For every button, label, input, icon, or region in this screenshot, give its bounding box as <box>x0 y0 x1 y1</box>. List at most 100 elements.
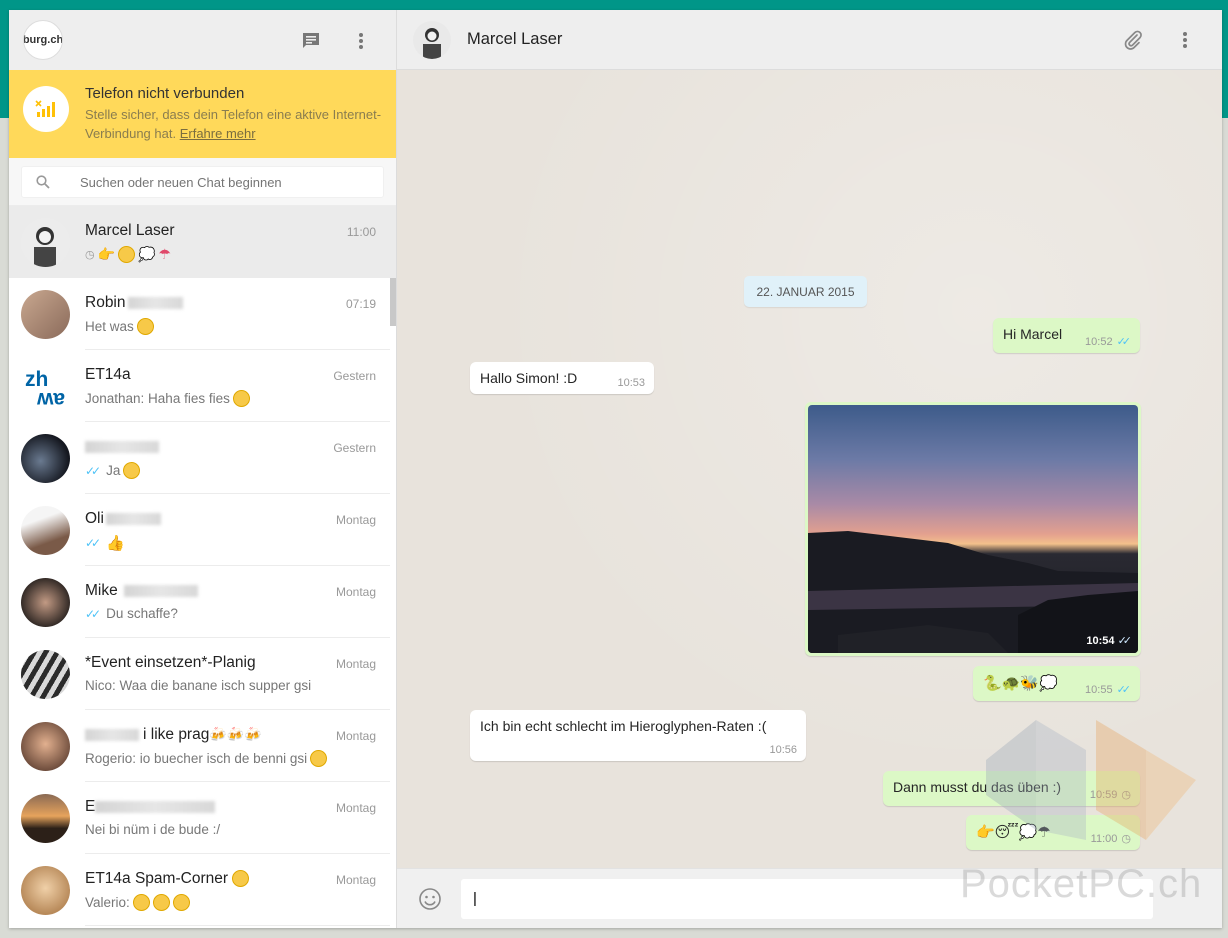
sleeping-face-emoji <box>118 246 136 263</box>
message-time: 10:54 <box>1086 635 1115 647</box>
joy-emoji <box>172 894 190 911</box>
profile-label: burg.ch <box>23 34 63 46</box>
attach-icon[interactable] <box>1120 27 1146 53</box>
avatar <box>21 721 70 771</box>
chat-last-message: Valerio: <box>85 895 130 910</box>
chat-item-mike[interactable]: Mike Montag ✓✓ Du schaffe? <box>9 566 396 638</box>
avatar <box>21 433 70 483</box>
smile-emoji <box>123 462 141 479</box>
chat-item-i-like-prag[interactable]: i like prag🍻🍻🍻 Montag Rogerio: io bueche… <box>9 710 396 782</box>
chat-item-e[interactable]: E Montag Nei bi nüm i de bude :/ <box>9 782 396 854</box>
new-chat-icon[interactable] <box>298 28 324 54</box>
chat-item-blurred[interactable]: Gestern ✓✓ Ja <box>9 422 396 494</box>
joy-emoji <box>152 894 170 911</box>
chat-item-oli[interactable]: Oli Montag ✓✓ 👍 <box>9 494 396 566</box>
chat-time: Montag <box>335 801 376 815</box>
search-input[interactable] <box>80 174 360 190</box>
svg-text:zh: zh <box>25 368 48 391</box>
avatar <box>21 217 70 267</box>
thought-balloon-emoji: 💭 <box>138 246 156 262</box>
avatar <box>21 289 70 339</box>
message-time: 10:55 <box>1085 683 1113 696</box>
message-time: 10:56 <box>769 744 797 756</box>
message-outgoing[interactable]: Hi Marcel 10:52 ✓✓ <box>993 318 1140 353</box>
grin-emoji <box>136 318 154 335</box>
contact-avatar[interactable] <box>413 20 451 59</box>
message-outgoing[interactable]: 🐍🐢🐝💭 10:55 ✓✓ <box>973 666 1140 701</box>
phone-disconnected-alert: Telefon nicht verbunden Stelle sicher, d… <box>9 70 396 158</box>
chat-name: i like prag <box>143 726 210 743</box>
chat-time: Montag <box>335 513 376 527</box>
menu-icon[interactable] <box>1172 27 1198 53</box>
search-bar <box>9 158 396 206</box>
message-time: 10:52 <box>1085 335 1113 348</box>
menu-icon[interactable] <box>348 28 374 54</box>
read-ticks-icon: ✓✓ <box>1117 635 1133 647</box>
snake-emoji: 🐍🐢🐝💭 <box>983 675 1058 692</box>
emoji-icon[interactable] <box>417 886 443 912</box>
pointing-hand-emoji: 👉😴💭☂ <box>976 824 1051 841</box>
chat-time: Montag <box>335 729 376 743</box>
chat-last-message: Du schaffe? <box>106 606 178 621</box>
beer-emoji: 🍻🍻🍻 <box>209 726 262 742</box>
chat-name: Marcel Laser <box>85 222 175 239</box>
conversation-pane: Marcel Laser 22. JANUAR 2015 Hi Marcel 1… <box>397 10 1222 928</box>
chat-item-event-planig[interactable]: *Event einsetzen*-Planig Montag Nico: Wa… <box>9 638 396 710</box>
chat-name: ET14a Spam-Corner <box>85 870 229 887</box>
message-incoming[interactable]: Ich bin echt schlecht im Hieroglyphen-Ra… <box>470 710 806 761</box>
contact-name[interactable]: Marcel Laser <box>467 30 562 49</box>
read-ticks-icon: ✓✓ <box>85 536 101 550</box>
message-text: Hallo Simon! :D <box>480 370 578 386</box>
chat-time: Gestern <box>333 441 376 455</box>
clock-icon: ◷ <box>85 249 95 261</box>
avatar <box>21 649 70 699</box>
message-incoming[interactable]: Hallo Simon! :D 10:53 <box>470 362 654 394</box>
chat-name: ET14a <box>85 366 131 383</box>
alert-title: Telefon nicht verbunden <box>85 85 245 102</box>
chat-last-message: Het was <box>85 319 134 334</box>
chat-name: E <box>85 798 96 815</box>
pending-clock-icon: ◷ <box>1121 789 1131 801</box>
conversation-header: Marcel Laser <box>397 10 1222 70</box>
message-text: Ich bin echt schlecht im Hieroglyphen-Ra… <box>480 718 767 734</box>
joy-emoji <box>310 750 328 767</box>
learn-more-link[interactable]: Erfahre mehr <box>180 126 256 141</box>
chat-time: Montag <box>335 585 376 599</box>
chat-item-marcel-laser[interactable]: Marcel Laser 11:00 ◷ 👉 💭 ☂ <box>9 206 396 278</box>
message-outgoing[interactable]: Dann musst du das üben :) 10:59 ◷ <box>883 771 1140 806</box>
date-divider: 22. JANUAR 2015 <box>744 276 867 307</box>
thumbs-up-emoji: 👍 <box>106 535 125 552</box>
pointing-hand-emoji: 👉 <box>97 246 116 262</box>
chat-last-message: ◷ 👉 💭 ☂ <box>85 246 171 263</box>
tongue-emoji <box>232 870 250 888</box>
chat-list: Marcel Laser 11:00 ◷ 👉 💭 ☂ Robin 07:19 H… <box>9 206 396 928</box>
chat-last-message: Rogerio: io buecher isch de benni gsi <box>85 751 308 766</box>
chat-last-message: Jonathan: Haha fies fies <box>85 391 230 406</box>
message-area: 22. JANUAR 2015 Hi Marcel 10:52 ✓✓ Hallo … <box>397 70 1222 868</box>
chat-item-et14a[interactable]: zh aw ET14a Gestern Jonathan: Haha fies f… <box>9 350 396 422</box>
chat-name: Oli <box>85 510 104 527</box>
chat-item-robin[interactable]: Robin 07:19 Het was <box>9 278 396 350</box>
read-ticks-icon: ✓✓ <box>85 606 101 621</box>
composer-bar <box>397 868 1222 928</box>
chat-name: Robin <box>85 294 126 311</box>
chat-name: Mike <box>85 582 118 599</box>
grin-emoji <box>232 390 250 407</box>
search-icon <box>36 175 50 189</box>
zhaw-logo: zh aw <box>21 361 70 411</box>
joy-emoji <box>132 894 150 911</box>
message-input[interactable] <box>473 890 1153 907</box>
image-message[interactable]: 10:54 ✓✓ <box>805 402 1141 656</box>
avatar <box>21 865 70 915</box>
chat-time: Montag <box>335 873 376 887</box>
avatar <box>21 577 70 627</box>
message-text: Dann musst du das üben :) <box>893 779 1062 795</box>
chat-time: 11:00 <box>346 225 376 239</box>
read-ticks-icon: ✓✓ <box>1116 336 1132 348</box>
profile-avatar[interactable]: burg.ch <box>23 20 63 60</box>
chat-item-et14a-spam-corner[interactable]: ET14a Spam-Corner Montag Valerio: <box>9 854 396 926</box>
read-ticks-icon: ✓✓ <box>1116 684 1132 696</box>
avatar <box>21 793 70 843</box>
message-outgoing[interactable]: 👉😴💭☂ 11:00 ◷ <box>966 815 1140 850</box>
message-time: 11:00 <box>1090 832 1118 845</box>
